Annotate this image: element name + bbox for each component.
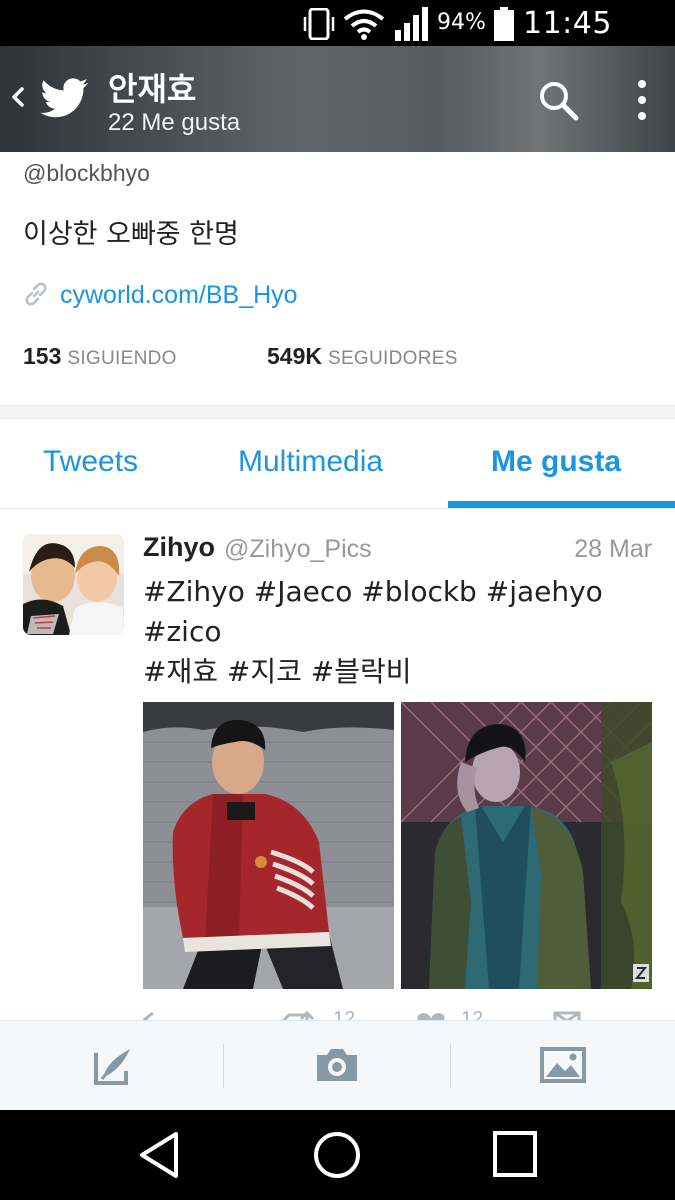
compose-tweet-icon[interactable]: [92, 1045, 134, 1087]
profile-tabs: Tweets Multimedia Me gusta: [0, 419, 675, 509]
profile-header: 안재효 22 Me gusta: [0, 46, 675, 152]
followers-number: 549K: [267, 343, 322, 369]
tweet-image-2[interactable]: [401, 702, 652, 989]
tweet-author-name[interactable]: Zihyo: [143, 532, 215, 563]
active-tab-indicator: [448, 501, 675, 508]
avatar-photo: [23, 534, 124, 635]
following-count[interactable]: 153 SIGUIENDO: [23, 343, 177, 370]
screen: 94% 11:45 a.m. 안재효 22 Me gusta @blockbhy…: [0, 0, 675, 1200]
followers-label: SEGUIDORES: [327, 348, 458, 369]
following-number: 153: [23, 343, 62, 369]
twitter-bird-icon[interactable]: [40, 78, 90, 120]
tweet-image-1[interactable]: [143, 702, 394, 989]
tab-tweets[interactable]: Tweets: [43, 445, 138, 479]
nav-home-icon[interactable]: [312, 1130, 362, 1180]
profile-handle: @blockbhyo: [23, 160, 150, 186]
battery-icon: [494, 7, 514, 41]
photo-red-sweater: [143, 702, 394, 989]
more-vertical-icon[interactable]: [630, 78, 654, 122]
tweet-text: #Zihyo #Jaeco #blockb #jaehyo #zico #재효 …: [143, 572, 643, 692]
tab-multimedia[interactable]: Multimedia: [238, 445, 383, 479]
compose-bar: [0, 1020, 675, 1110]
section-divider: [0, 405, 675, 419]
tweet-date: 28 Mar: [574, 535, 652, 563]
search-icon[interactable]: [538, 80, 580, 122]
back-chevron-icon[interactable]: [8, 82, 28, 112]
header-title: 안재효: [108, 70, 197, 108]
nav-back-icon[interactable]: [136, 1130, 182, 1180]
profile-link[interactable]: cyworld.com/BB_Hyo: [60, 281, 298, 310]
vibrate-icon: [303, 8, 335, 40]
profile-bio: 이상한 오빠중 한명: [23, 219, 239, 250]
system-nav-bar: [0, 1110, 675, 1200]
photo-green-suit: [401, 702, 652, 989]
tab-likes[interactable]: Me gusta: [491, 445, 621, 479]
gallery-icon[interactable]: [540, 1045, 586, 1085]
followers-count[interactable]: 549K SEGUIDORES: [267, 343, 458, 370]
status-bar: 94% 11:45 a.m.: [0, 0, 675, 76]
tweet-text-line-1[interactable]: #Zihyo #Jaeco #blockb #jaehyo: [143, 572, 643, 612]
header-subtitle: 22 Me gusta: [108, 109, 241, 136]
signal-icon: [395, 7, 428, 41]
tweet-author-username[interactable]: @Zihyo_Pics: [224, 535, 372, 564]
link-icon: [25, 282, 47, 306]
battery-percent: 94%: [437, 10, 486, 35]
tweet-text-line-3[interactable]: #재효 #지코 #블락비: [143, 652, 643, 692]
tweet-avatar[interactable]: [23, 534, 124, 635]
wifi-icon: [343, 9, 385, 40]
camera-icon[interactable]: [315, 1045, 359, 1085]
nav-recents-icon[interactable]: [492, 1130, 538, 1178]
tweet-text-line-2[interactable]: #zico: [143, 612, 643, 652]
following-label: SIGUIENDO: [67, 348, 177, 369]
